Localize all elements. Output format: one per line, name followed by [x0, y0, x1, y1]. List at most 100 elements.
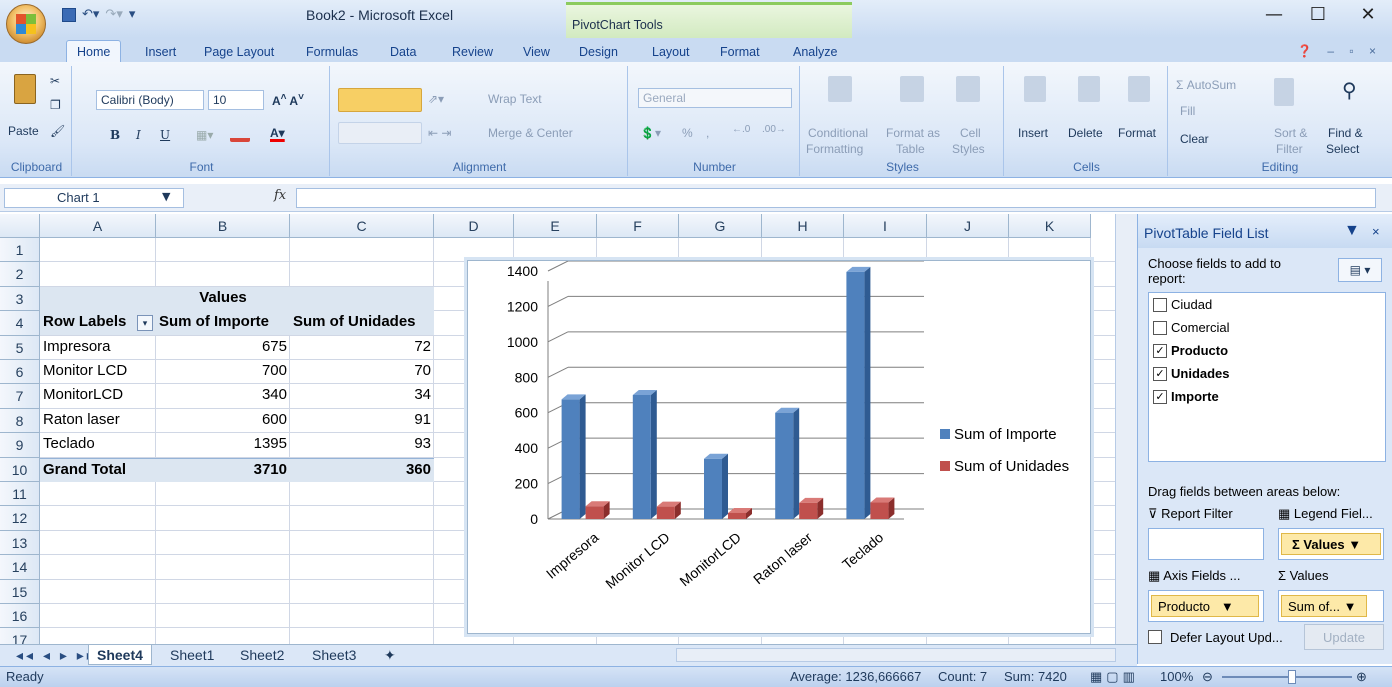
- field-item-importe[interactable]: ✓ Importe: [1153, 389, 1219, 404]
- column-header-h[interactable]: H: [762, 214, 844, 238]
- report-filter-area[interactable]: [1148, 528, 1264, 560]
- cell-styles-icon[interactable]: [956, 76, 980, 102]
- defer-layout-checkbox[interactable]: [1148, 630, 1162, 644]
- field-item-unidades[interactable]: ✓ Unidades: [1153, 366, 1230, 381]
- zoom-level[interactable]: 100%: [1160, 669, 1193, 684]
- pivot-importe-value[interactable]: 340: [156, 384, 290, 408]
- fill-button[interactable]: Fill: [1180, 104, 1195, 118]
- column-header-i[interactable]: I: [844, 214, 927, 238]
- font-size-combo[interactable]: 10: [208, 90, 264, 110]
- underline-button[interactable]: U: [160, 128, 170, 142]
- field-item-comercial[interactable]: Comercial: [1153, 320, 1230, 335]
- pivot-unidades-value[interactable]: 72: [290, 336, 434, 360]
- field-checkbox[interactable]: [1153, 297, 1167, 312]
- grand-total-label[interactable]: Grand Total: [40, 457, 156, 482]
- pivot-unidades-value[interactable]: 93: [290, 433, 434, 457]
- row-header-16[interactable]: 16: [0, 604, 40, 629]
- vertical-align-icons[interactable]: [338, 88, 422, 112]
- insert-button[interactable]: Insert: [1018, 126, 1048, 140]
- pivot-row-label[interactable]: Impresora: [40, 336, 156, 360]
- cell-styles-button[interactable]: Cell: [960, 126, 981, 140]
- producto-chip[interactable]: Producto ▼: [1151, 595, 1259, 617]
- zoom-out-icon[interactable]: ⊖: [1202, 669, 1213, 685]
- paste-icon[interactable]: [14, 74, 36, 104]
- format-button[interactable]: Format: [1118, 126, 1156, 140]
- conditional-formatting-icon[interactable]: [828, 76, 852, 102]
- row-header-2[interactable]: 2: [0, 262, 40, 287]
- name-box-dropdown-icon[interactable]: ▼: [162, 190, 170, 203]
- column-header-d[interactable]: D: [434, 214, 514, 238]
- vertical-scrollbar[interactable]: [1115, 214, 1137, 644]
- wrap-text-button[interactable]: Wrap Text: [488, 92, 542, 106]
- maximize-button[interactable]: ☐: [1300, 4, 1336, 28]
- customize-qat-icon[interactable]: ▾: [129, 7, 136, 22]
- grand-total-importe[interactable]: 3710: [156, 457, 290, 482]
- pivot-chart[interactable]: 0 200 400 600 800 1000 1200 1400 Impresora Monito…: [467, 260, 1091, 634]
- currency-icon[interactable]: 💲▾: [640, 126, 661, 140]
- field-list-layout-button[interactable]: ▤ ▾: [1338, 258, 1382, 282]
- pivot-importe-value[interactable]: 700: [156, 360, 290, 384]
- delete-button[interactable]: Delete: [1068, 126, 1103, 140]
- indent-icons[interactable]: ⇤ ⇥: [428, 126, 451, 140]
- merge-center-button[interactable]: Merge & Center: [488, 126, 573, 140]
- tab-page-layout[interactable]: Page Layout: [204, 45, 274, 59]
- update-button[interactable]: Update: [1304, 624, 1384, 650]
- pivot-col-importe-header[interactable]: Sum of Importe: [156, 311, 290, 336]
- clear-button[interactable]: Clear: [1180, 132, 1209, 146]
- delete-cells-icon[interactable]: [1078, 76, 1100, 102]
- tab-layout[interactable]: Layout: [652, 45, 690, 59]
- row-header-3[interactable]: 3: [0, 286, 40, 312]
- column-header-j[interactable]: J: [927, 214, 1009, 238]
- field-checkbox[interactable]: [1153, 320, 1167, 335]
- increase-decimal-icon[interactable]: ←.0: [732, 124, 750, 135]
- field-checkbox[interactable]: ✓: [1153, 366, 1167, 381]
- row-header-12[interactable]: 12: [0, 506, 40, 531]
- column-header-f[interactable]: F: [597, 214, 679, 238]
- sheet-tab-sheet3[interactable]: Sheet3: [304, 645, 364, 665]
- insert-cells-icon[interactable]: [1024, 76, 1046, 102]
- zoom-in-icon[interactable]: ⊕: [1356, 669, 1367, 685]
- row-header-15[interactable]: 15: [0, 579, 40, 604]
- sheet-tab-sheet4[interactable]: Sheet4: [88, 645, 152, 665]
- undo-icon[interactable]: ↶▾: [82, 7, 99, 22]
- name-box[interactable]: Chart 1: [4, 188, 184, 208]
- tab-home[interactable]: Home: [66, 40, 122, 62]
- sort-filter-icon[interactable]: [1274, 78, 1294, 106]
- orientation-icon[interactable]: ⇗▾: [428, 92, 444, 106]
- tab-design[interactable]: Design: [579, 45, 618, 59]
- row-header-13[interactable]: 13: [0, 530, 40, 556]
- view-buttons-icon[interactable]: ▦▢▥: [1090, 669, 1139, 685]
- close-button[interactable]: ✕: [1350, 4, 1386, 28]
- save-icon[interactable]: [62, 7, 76, 22]
- values-chip[interactable]: Σ Values ▼: [1281, 533, 1381, 555]
- format-as-table-button[interactable]: Format as: [886, 126, 940, 140]
- pivot-importe-value[interactable]: 675: [156, 336, 290, 360]
- tab-formulas[interactable]: Formulas: [306, 45, 358, 59]
- tab-insert[interactable]: Insert: [145, 45, 176, 59]
- find-binoculars-icon[interactable]: ⚲: [1342, 78, 1357, 103]
- find-select-button[interactable]: Find &: [1328, 126, 1363, 140]
- tab-format[interactable]: Format: [720, 45, 760, 59]
- bold-button[interactable]: B: [110, 128, 120, 142]
- formula-input[interactable]: [296, 188, 1376, 208]
- row-header-8[interactable]: 8: [0, 408, 40, 434]
- row-header-4[interactable]: 4: [0, 311, 40, 336]
- column-header-e[interactable]: E: [514, 214, 597, 238]
- row-header-14[interactable]: 14: [0, 555, 40, 580]
- format-painter-icon[interactable]: 🖌: [50, 124, 65, 138]
- field-checkbox[interactable]: ✓: [1153, 389, 1167, 404]
- comma-button[interactable]: ,: [706, 126, 709, 140]
- copy-icon[interactable]: ❐: [50, 98, 61, 112]
- pivot-row-label[interactable]: MonitorLCD: [40, 384, 156, 408]
- cut-icon[interactable]: ✂: [50, 74, 60, 88]
- horizontal-scrollbar[interactable]: [676, 648, 1116, 662]
- zoom-slider[interactable]: [1222, 676, 1352, 678]
- font-color-icon[interactable]: A▾: [270, 126, 285, 140]
- column-header-g[interactable]: G: [679, 214, 762, 238]
- conditional-formatting-button[interactable]: Conditional: [808, 126, 868, 140]
- decrease-decimal-icon[interactable]: .00→: [762, 124, 786, 135]
- sort-filter-button[interactable]: Sort &: [1274, 126, 1307, 140]
- sum-of-chip[interactable]: Sum of... ▼: [1281, 595, 1367, 617]
- row-header-11[interactable]: 11: [0, 482, 40, 507]
- pivot-unidades-value[interactable]: 34: [290, 384, 434, 408]
